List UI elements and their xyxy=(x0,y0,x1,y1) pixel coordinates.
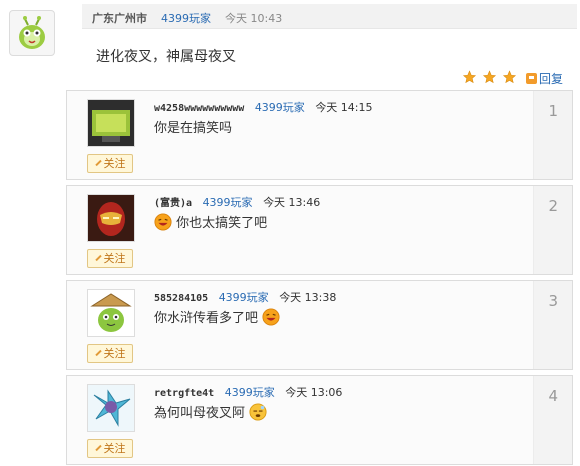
follow-label: 关注 xyxy=(103,157,126,170)
post-user-group[interactable]: 4399玩家 xyxy=(161,12,211,25)
comment-header: retrgfte4t 4399玩家 今天 13:06 xyxy=(154,384,342,400)
comment-number-column: 2 xyxy=(533,186,572,274)
comment-number-column: 3 xyxy=(533,281,572,369)
laughing-emoji-icon xyxy=(262,308,280,326)
comment-user-group[interactable]: 4399玩家 xyxy=(225,386,275,399)
comment-text: 你是在搞笑吗 xyxy=(154,121,233,136)
sleepy-emoji-icon xyxy=(249,403,267,421)
comment-number: 2 xyxy=(548,197,558,215)
comment-item: 关注 w4258wwwwwwwwww 4399玩家 今天 14:15 你是在搞笑… xyxy=(66,90,573,180)
comment-username[interactable]: 585284105 xyxy=(154,293,208,304)
comment-username[interactable]: (富贵)a xyxy=(154,198,192,209)
comment-text: 你水浒传看多了吧 xyxy=(154,307,280,326)
comment-time: 今天 13:46 xyxy=(263,196,321,209)
pencil-icon xyxy=(94,444,102,452)
follow-button[interactable]: 关注 xyxy=(87,154,133,173)
comment-number: 1 xyxy=(548,102,558,120)
comment-avatar[interactable] xyxy=(87,289,135,337)
main-avatar[interactable] xyxy=(9,10,55,56)
comment-text: 為何叫母夜叉阿 xyxy=(154,402,267,421)
post-location: 广东广州市 xyxy=(92,12,147,25)
comment-user-group[interactable]: 4399玩家 xyxy=(255,101,305,114)
comment-text: 你也太搞笑了吧 xyxy=(154,212,267,231)
pencil-icon xyxy=(94,254,102,262)
comment-text-content: 你也太搞笑了吧 xyxy=(176,216,268,231)
comment-header: 585284105 4399玩家 今天 13:38 xyxy=(154,289,336,305)
comment-username[interactable]: w4258wwwwwwwwww xyxy=(154,103,244,114)
comment-username[interactable]: retrgfte4t xyxy=(154,388,214,399)
comment-number: 3 xyxy=(548,292,558,310)
post-time: 今天 10:43 xyxy=(225,12,283,25)
follow-button[interactable]: 关注 xyxy=(87,249,133,268)
comment-time: 今天 13:38 xyxy=(279,291,337,304)
follow-button[interactable]: 关注 xyxy=(87,439,133,458)
follow-label: 关注 xyxy=(103,252,126,265)
comment-header: w4258wwwwwwwwww 4399玩家 今天 14:15 xyxy=(154,99,373,115)
pencil-icon xyxy=(94,159,102,167)
comment-avatar[interactable] xyxy=(87,384,135,432)
rating-stars[interactable] xyxy=(462,70,518,87)
follow-button[interactable]: 关注 xyxy=(87,344,133,363)
comment-item: 关注 retrgfte4t 4399玩家 今天 13:06 為何叫母夜叉阿 4 xyxy=(66,375,573,465)
comment-avatar[interactable] xyxy=(87,194,135,242)
laughing-emoji-icon xyxy=(154,213,172,231)
comment-time: 今天 14:15 xyxy=(315,101,373,114)
follow-label: 关注 xyxy=(103,347,126,360)
pencil-icon xyxy=(94,349,102,357)
comment-number: 4 xyxy=(548,387,558,405)
comment-time: 今天 13:06 xyxy=(285,386,343,399)
star-icon[interactable] xyxy=(462,70,477,84)
comment-header: (富贵)a 4399玩家 今天 13:46 xyxy=(154,194,320,210)
comment-number-column: 1 xyxy=(533,91,572,179)
comment-avatar[interactable] xyxy=(87,99,135,147)
comment-text-content: 你水浒传看多了吧 xyxy=(154,311,259,326)
star-icon[interactable] xyxy=(482,70,497,84)
follow-label: 关注 xyxy=(103,442,126,455)
star-icon[interactable] xyxy=(502,70,517,84)
reply-label: 回复 xyxy=(539,72,564,86)
comment-item: 关注 585284105 4399玩家 今天 13:38 你水浒传看多了吧 3 xyxy=(66,280,573,370)
comment-user-group[interactable]: 4399玩家 xyxy=(203,196,253,209)
comment-number-column: 4 xyxy=(533,376,572,464)
reply-icon xyxy=(526,73,537,84)
main-post-header: 广东广州市 4399玩家 今天 10:43 xyxy=(82,4,577,29)
main-post-text: 进化夜叉，神属母夜叉 xyxy=(96,49,236,65)
comment-item: 关注 (富贵)a 4399玩家 今天 13:46 你也太搞笑了吧 2 xyxy=(66,185,573,275)
reply-button[interactable]: 回复 xyxy=(526,70,563,87)
comment-text-content: 為何叫母夜叉阿 xyxy=(154,406,246,421)
comment-user-group[interactable]: 4399玩家 xyxy=(219,291,269,304)
